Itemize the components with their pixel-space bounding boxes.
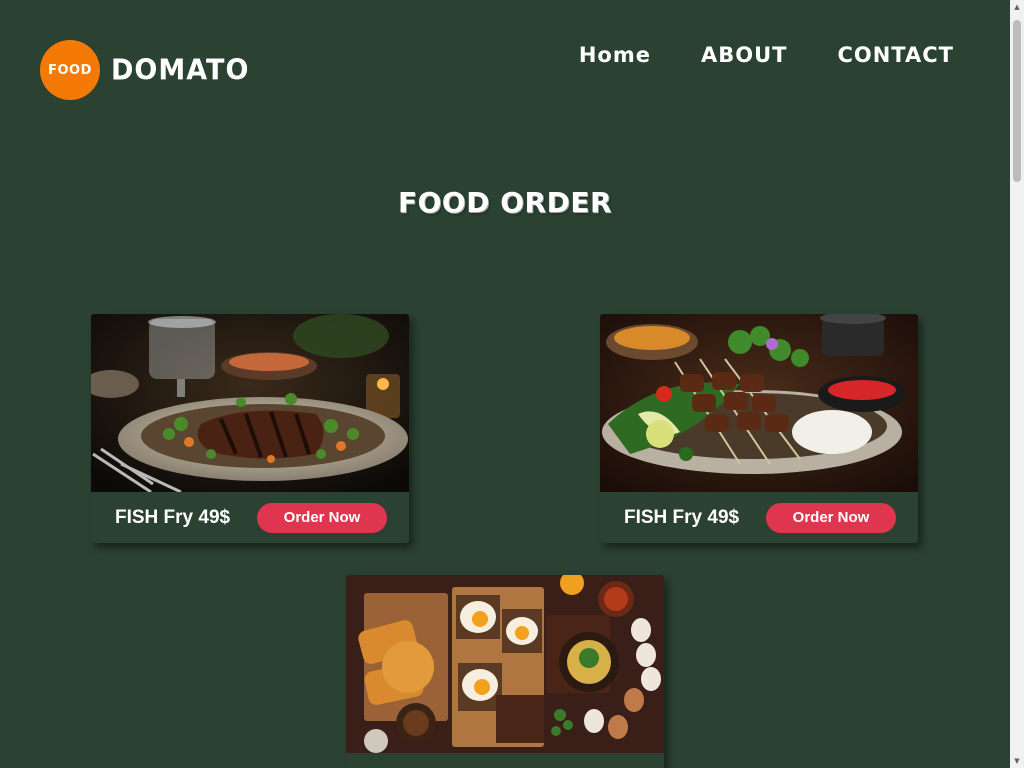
page-title: FOOD ORDER bbox=[397, 186, 612, 219]
logo-badge: FOOD bbox=[40, 40, 100, 100]
nav-contact[interactable]: CONTACT bbox=[837, 40, 954, 70]
food-card: FISH Fry 49$ Order Now bbox=[91, 314, 409, 543]
food-name: FISH Fry 49$ bbox=[115, 506, 231, 528]
card-footer: FISH Fry 49$ Order Now bbox=[91, 492, 409, 543]
nav-home[interactable]: Home bbox=[579, 40, 651, 70]
vertical-scrollbar[interactable]: ▲ ▼ bbox=[1010, 0, 1024, 768]
page: FOOD DOMATO Home ABOUT CONTACT FOOD ORDE… bbox=[0, 0, 1024, 768]
order-now-button[interactable]: Order Now bbox=[766, 502, 896, 533]
order-now-button[interactable]: Order Now bbox=[257, 502, 387, 533]
brand-logo[interactable]: FOOD DOMATO bbox=[40, 40, 249, 100]
card-footer: FISH Fry 49$ Order Now bbox=[600, 492, 918, 543]
main-nav: Home ABOUT CONTACT bbox=[579, 40, 954, 70]
nav-about[interactable]: ABOUT bbox=[701, 40, 788, 70]
food-name: FISH Fry 49$ bbox=[624, 506, 740, 528]
food-image-skewers bbox=[600, 314, 918, 492]
food-card bbox=[346, 575, 664, 768]
scroll-up-arrow-icon[interactable]: ▲ bbox=[1010, 0, 1024, 14]
food-card: FISH Fry 49$ Order Now bbox=[600, 314, 918, 543]
scroll-thumb[interactable] bbox=[1013, 20, 1021, 182]
scroll-down-arrow-icon[interactable]: ▼ bbox=[1010, 754, 1024, 768]
card-footer bbox=[346, 753, 664, 768]
logo-text: DOMATO bbox=[111, 53, 250, 87]
food-image-steak bbox=[91, 314, 409, 492]
food-image-breakfast bbox=[346, 575, 664, 753]
